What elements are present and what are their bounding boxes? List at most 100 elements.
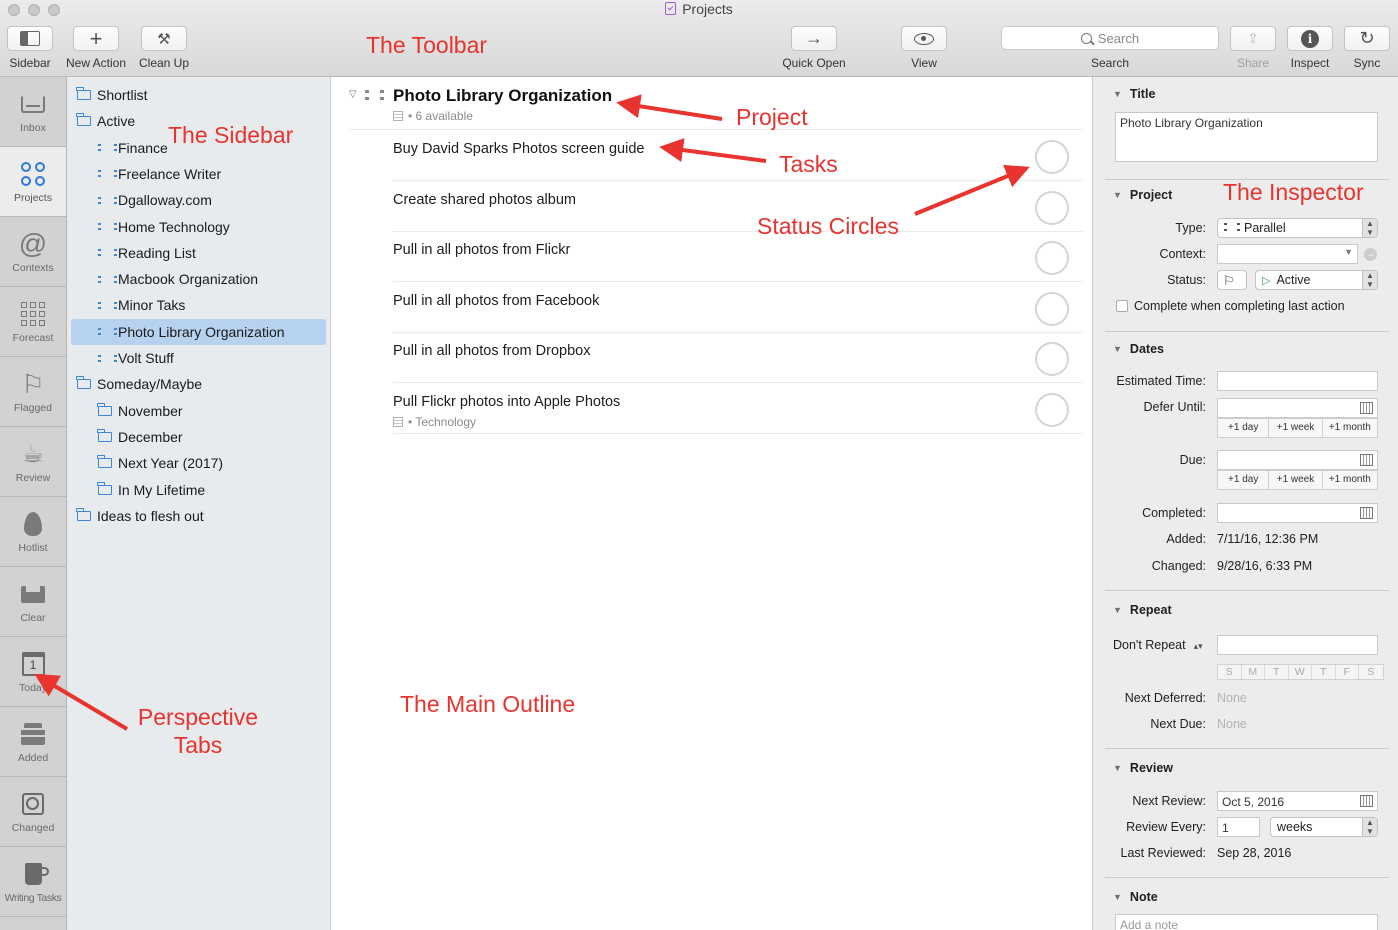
project-row[interactable]: ▽ Photo Library Organization • 6 availab… bbox=[349, 85, 1083, 130]
sidebar-item[interactable]: Shortlist bbox=[71, 82, 326, 108]
sidebar-item[interactable]: Volt Stuff bbox=[71, 345, 326, 371]
inspector-title-heading[interactable]: Title bbox=[1113, 87, 1155, 101]
day-tuesday[interactable]: T bbox=[1265, 665, 1289, 679]
repeat-interval-field[interactable] bbox=[1217, 635, 1378, 655]
go-to-context-icon[interactable]: → bbox=[1364, 248, 1377, 261]
sidebar-item[interactable]: Reading List bbox=[71, 240, 326, 266]
sidebar-item[interactable]: In My Lifetime bbox=[71, 477, 326, 503]
view-button[interactable] bbox=[901, 26, 947, 51]
sync-button[interactable]: ↻ bbox=[1344, 26, 1390, 51]
repeat-popup[interactable]: Don't Repeat ▴▾ bbox=[1113, 638, 1203, 652]
due-plus-day-button[interactable]: +1 day bbox=[1218, 471, 1270, 489]
status-circle[interactable] bbox=[1035, 190, 1069, 225]
task-row[interactable]: Pull in all photos from Flickr bbox=[393, 232, 1083, 282]
sidebar-item[interactable]: Photo Library Organization bbox=[71, 318, 326, 345]
inspector-review-heading[interactable]: Review bbox=[1113, 761, 1173, 775]
status-circle[interactable] bbox=[1035, 392, 1069, 427]
day-saturday[interactable]: S bbox=[1359, 665, 1383, 679]
sidebar-button[interactable] bbox=[7, 26, 53, 51]
review-unit-popup[interactable]: weeks ▲ ▼ bbox=[1270, 817, 1378, 837]
sidebar-item[interactable]: Dgalloway.com bbox=[71, 187, 326, 213]
perspective-tab-changed[interactable]: Changed bbox=[0, 777, 66, 847]
inspect-button[interactable]: i bbox=[1287, 26, 1333, 51]
task-title[interactable]: Create shared photos album bbox=[393, 192, 576, 208]
sidebar-item[interactable]: Freelance Writer bbox=[71, 161, 326, 187]
perspective-tab-projects[interactable]: Projects bbox=[0, 147, 66, 217]
perspective-tab-contexts[interactable]: @ Contexts bbox=[0, 217, 66, 287]
quick-open-button[interactable]: → bbox=[791, 26, 837, 51]
title-field[interactable]: Photo Library Organization bbox=[1115, 112, 1378, 162]
day-monday[interactable]: M bbox=[1242, 665, 1265, 679]
sidebar-item[interactable]: Next Year (2017) bbox=[71, 450, 326, 476]
sync-toolbar-item[interactable]: ↻ Sync bbox=[1343, 26, 1391, 70]
sidebar-item[interactable]: November bbox=[71, 398, 326, 424]
defer-plus-week-button[interactable]: +1 week bbox=[1269, 419, 1323, 437]
sidebar-item[interactable]: Ideas to flesh out bbox=[71, 503, 326, 529]
disclosure-triangle-icon[interactable]: ▽ bbox=[349, 89, 357, 100]
estimated-time-field[interactable] bbox=[1217, 371, 1378, 391]
sidebar-item[interactable]: December bbox=[71, 424, 326, 450]
perspective-tab-today[interactable]: 1 Today bbox=[0, 637, 66, 707]
perspective-tab-review[interactable]: ☕ Review bbox=[0, 427, 66, 497]
search-toolbar-item[interactable]: Search Search bbox=[1001, 26, 1219, 70]
clean-up-toolbar-item[interactable]: ⚒ Clean Up bbox=[137, 26, 191, 70]
day-sunday[interactable]: S bbox=[1218, 665, 1242, 679]
inspector-project-heading[interactable]: Project bbox=[1113, 188, 1172, 202]
task-row[interactable]: Buy David Sparks Photos screen guide bbox=[393, 131, 1083, 181]
status-circle[interactable] bbox=[1035, 291, 1069, 326]
defer-plus-day-button[interactable]: +1 day bbox=[1218, 419, 1270, 437]
sidebar-item[interactable]: Macbook Organization bbox=[71, 266, 326, 292]
task-row[interactable]: Pull in all photos from Dropbox bbox=[393, 333, 1083, 383]
clean-up-button[interactable]: ⚒ bbox=[141, 26, 187, 51]
inspector-repeat-heading[interactable]: Repeat bbox=[1113, 603, 1172, 617]
perspective-tab-clear[interactable]: Clear bbox=[0, 567, 66, 637]
review-every-field[interactable]: 1 bbox=[1217, 817, 1260, 837]
completed-field[interactable] bbox=[1217, 503, 1378, 523]
sidebar-item[interactable]: Someday/Maybe bbox=[71, 371, 326, 397]
calendar-icon[interactable] bbox=[1360, 507, 1373, 519]
due-plus-week-button[interactable]: +1 week bbox=[1269, 471, 1323, 489]
inspector-note-heading[interactable]: Note bbox=[1113, 890, 1158, 904]
perspective-tab-forecast[interactable]: Forecast bbox=[0, 287, 66, 357]
perspective-tab-flagged[interactable]: ⚐ Flagged bbox=[0, 357, 66, 427]
day-friday[interactable]: F bbox=[1336, 665, 1359, 679]
task-title[interactable]: Pull Flickr photos into Apple Photos bbox=[393, 394, 620, 410]
status-circle[interactable] bbox=[1035, 140, 1069, 174]
note-field[interactable]: Add a note bbox=[1115, 914, 1378, 930]
status-circle[interactable] bbox=[1035, 342, 1069, 376]
sidebar-item[interactable]: Home Technology bbox=[71, 214, 326, 240]
task-row[interactable]: Pull Flickr photos into Apple Photos • Te… bbox=[393, 384, 1083, 434]
task-title[interactable]: Pull in all photos from Flickr bbox=[393, 242, 570, 258]
defer-until-field[interactable] bbox=[1217, 398, 1378, 418]
task-row[interactable]: Create shared photos album bbox=[393, 182, 1083, 232]
perspective-tab-hotlist[interactable]: Hotlist bbox=[0, 497, 66, 567]
quick-open-toolbar-item[interactable]: → Quick Open bbox=[778, 26, 850, 70]
new-action-button[interactable]: + bbox=[73, 26, 119, 51]
context-combo[interactable]: ▼ bbox=[1217, 244, 1358, 264]
defer-plus-month-button[interactable]: +1 month bbox=[1323, 419, 1377, 437]
type-popup[interactable]: Parallel ▲ ▼ bbox=[1217, 218, 1378, 238]
calendar-icon[interactable] bbox=[1360, 402, 1373, 414]
day-thursday[interactable]: T bbox=[1312, 665, 1336, 679]
view-toolbar-item[interactable]: View bbox=[900, 26, 948, 70]
sidebar-toolbar-item[interactable]: Sidebar bbox=[5, 26, 55, 70]
flag-toggle-button[interactable]: ⚐ bbox=[1217, 270, 1247, 290]
task-title[interactable]: Buy David Sparks Photos screen guide bbox=[393, 141, 644, 157]
status-popup[interactable]: ▷ Active ▲ ▼ bbox=[1255, 270, 1378, 290]
search-input[interactable]: Search bbox=[1001, 26, 1219, 50]
next-review-field[interactable]: Oct 5, 2016 bbox=[1217, 791, 1378, 811]
complete-when-last-action-checkbox[interactable] bbox=[1116, 300, 1128, 312]
perspective-tab-inbox[interactable]: Inbox bbox=[0, 77, 66, 147]
due-field[interactable] bbox=[1217, 450, 1378, 470]
day-wednesday[interactable]: W bbox=[1289, 665, 1312, 679]
perspective-tab-added[interactable]: Added bbox=[0, 707, 66, 777]
inspect-toolbar-item[interactable]: i Inspect bbox=[1285, 26, 1335, 70]
perspective-tab-writing-tasks[interactable]: Writing Tasks bbox=[0, 847, 66, 917]
share-toolbar-item[interactable]: ⇪ Share bbox=[1229, 26, 1277, 70]
status-circle[interactable] bbox=[1035, 241, 1069, 275]
task-row[interactable]: Pull in all photos from Facebook bbox=[393, 283, 1083, 333]
due-plus-month-button[interactable]: +1 month bbox=[1323, 471, 1377, 489]
calendar-icon[interactable] bbox=[1360, 795, 1373, 807]
sidebar-item[interactable]: Minor Taks bbox=[71, 292, 326, 318]
new-action-toolbar-item[interactable]: + New Action bbox=[63, 26, 129, 70]
